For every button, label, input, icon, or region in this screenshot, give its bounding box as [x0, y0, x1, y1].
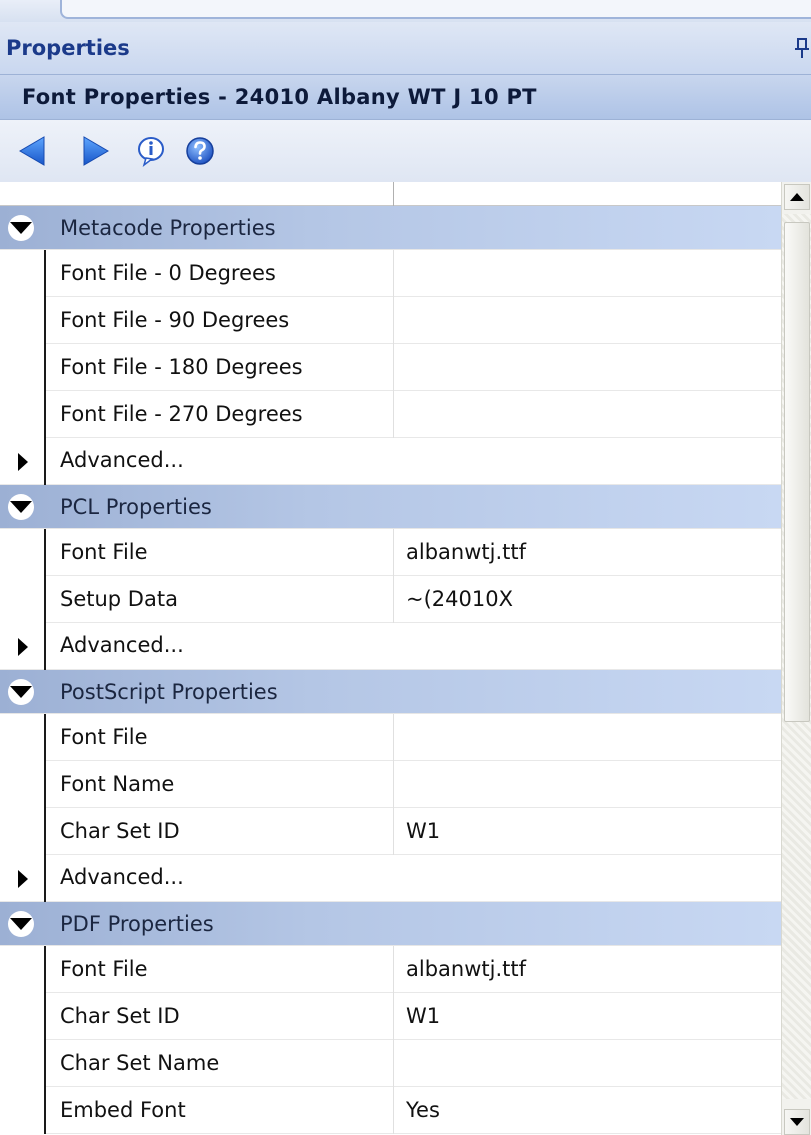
- property-row[interactable]: Char Set ID W1: [0, 993, 781, 1040]
- scroll-down-button[interactable]: [784, 1109, 810, 1135]
- property-row[interactable]: Font File albanwtj.ttf: [0, 946, 781, 993]
- pin-icon[interactable]: [793, 36, 811, 60]
- property-name: Font File - 270 Degrees: [60, 402, 303, 426]
- property-row[interactable]: Char Set ID W1: [0, 808, 781, 855]
- column-splitter[interactable]: [393, 182, 394, 206]
- collapse-icon[interactable]: [8, 679, 34, 705]
- top-tab-edge: [60, 0, 811, 19]
- category-label: PCL Properties: [60, 495, 212, 519]
- property-grid: Metacode Properties Font File - 0 Degree…: [0, 182, 781, 1135]
- property-name: Setup Data: [60, 587, 178, 611]
- property-name: Font File - 0 Degrees: [60, 261, 276, 285]
- advanced-label: Advanced...: [60, 633, 184, 657]
- collapse-icon[interactable]: [8, 494, 34, 520]
- property-row[interactable]: Setup Data ~(24010X: [0, 576, 781, 623]
- property-name: Char Set ID: [60, 1004, 180, 1028]
- advanced-row[interactable]: Advanced...: [0, 855, 781, 902]
- scroll-up-button[interactable]: [784, 184, 810, 210]
- collapse-icon[interactable]: [8, 215, 34, 241]
- property-name: Font File: [60, 540, 148, 564]
- chevron-up-icon: [790, 193, 804, 201]
- category-label: PostScript Properties: [60, 680, 278, 704]
- property-value[interactable]: albanwtj.ttf: [406, 540, 526, 564]
- property-name: Font File: [60, 957, 148, 981]
- top-strip: [0, 0, 811, 22]
- property-name: Font File: [60, 725, 148, 749]
- category-label: PDF Properties: [60, 912, 214, 936]
- property-row[interactable]: Font File: [0, 714, 781, 761]
- property-row[interactable]: Char Set Name: [0, 1040, 781, 1087]
- category-pdf-properties[interactable]: PDF Properties: [0, 902, 781, 946]
- advanced-label: Advanced...: [60, 865, 184, 889]
- help-icon[interactable]: [182, 134, 218, 168]
- property-row[interactable]: Font File - 0 Degrees: [0, 250, 781, 297]
- expand-arrow-icon[interactable]: [18, 638, 28, 656]
- panel-title: Properties: [6, 36, 130, 60]
- property-name: Font File - 180 Degrees: [60, 355, 303, 379]
- advanced-row[interactable]: Advanced...: [0, 623, 781, 670]
- property-row[interactable]: Font File - 270 Degrees: [0, 391, 781, 438]
- property-value[interactable]: albanwtj.ttf: [406, 957, 526, 981]
- info-icon[interactable]: [134, 134, 170, 168]
- grid-column-header: [0, 182, 781, 206]
- collapse-icon[interactable]: [8, 911, 34, 937]
- property-name: Char Set ID: [60, 819, 180, 843]
- property-name: Char Set Name: [60, 1051, 220, 1075]
- property-value[interactable]: Yes: [406, 1098, 440, 1122]
- scroll-thumb[interactable]: [784, 222, 810, 722]
- property-name: Font File - 90 Degrees: [60, 308, 290, 332]
- category-metacode-properties[interactable]: Metacode Properties: [0, 206, 781, 250]
- category-pcl-properties[interactable]: PCL Properties: [0, 485, 781, 529]
- chevron-down-icon: [790, 1118, 804, 1126]
- back-arrow-icon[interactable]: [14, 134, 50, 168]
- vertical-scrollbar[interactable]: [781, 182, 811, 1135]
- property-name: Embed Font: [60, 1098, 186, 1122]
- forward-arrow-icon[interactable]: [78, 134, 114, 168]
- toolbar: [0, 120, 811, 182]
- header-text: Font Properties - 24010 Albany WT J 10 P…: [22, 85, 537, 109]
- property-value[interactable]: ~(24010X: [406, 587, 513, 611]
- property-value[interactable]: W1: [406, 819, 440, 843]
- expand-arrow-icon[interactable]: [18, 870, 28, 888]
- property-value[interactable]: W1: [406, 1004, 440, 1028]
- properties-panel-titlebar: Properties: [0, 22, 811, 74]
- advanced-row[interactable]: Advanced...: [0, 438, 781, 485]
- property-row[interactable]: Font Name: [0, 761, 781, 808]
- property-name: Font Name: [60, 772, 175, 796]
- property-rows: Metacode Properties Font File - 0 Degree…: [0, 206, 781, 1134]
- property-row[interactable]: Font File - 180 Degrees: [0, 344, 781, 391]
- property-row[interactable]: Embed Font Yes: [0, 1087, 781, 1134]
- property-row[interactable]: Font File albanwtj.ttf: [0, 529, 781, 576]
- category-label: Metacode Properties: [60, 216, 276, 240]
- advanced-label: Advanced...: [60, 448, 184, 472]
- font-properties-header: Font Properties - 24010 Albany WT J 10 P…: [0, 74, 811, 120]
- category-postscript-properties[interactable]: PostScript Properties: [0, 670, 781, 714]
- expand-arrow-icon[interactable]: [18, 453, 28, 471]
- property-row[interactable]: Font File - 90 Degrees: [0, 297, 781, 344]
